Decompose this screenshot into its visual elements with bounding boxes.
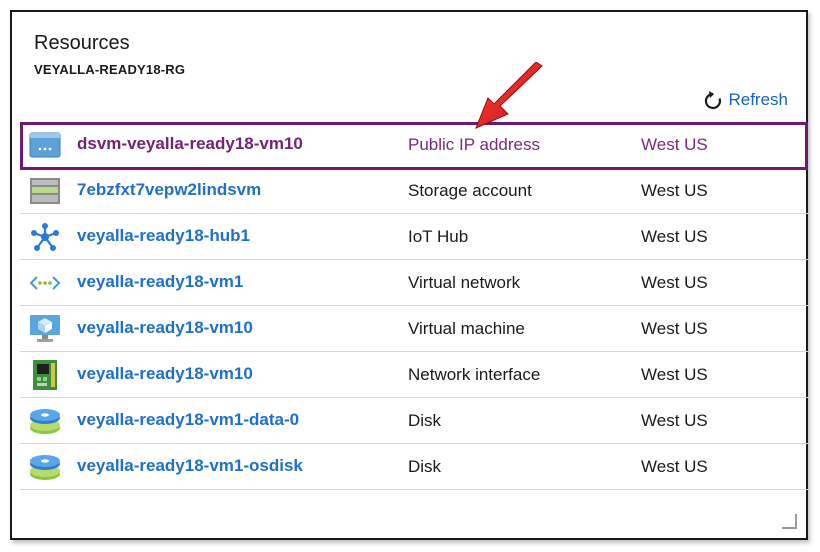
resource-type: Network interface [408,365,541,384]
resource-type: Storage account [408,181,532,200]
resource-type: Public IP address [408,135,540,154]
annotation-arrow-icon [475,62,543,129]
refresh-icon [704,90,722,110]
virtual-network-icon [29,267,61,299]
resource-name-link[interactable]: dsvm-veyalla-ready18-vm10 [77,134,303,154]
refresh-button[interactable]: Refresh [704,90,788,110]
panel-title: Resources [34,32,130,54]
resource-type: IoT Hub [408,227,469,246]
resource-location: West US [641,135,708,154]
resource-location: West US [641,365,708,384]
resource-location: West US [641,457,708,476]
refresh-label: Refresh [728,90,788,109]
network-interface-icon [29,359,61,391]
table-row[interactable]: veyalla-ready18-vm10 Network interface W… [20,352,808,398]
disk-icon [29,405,61,437]
resource-location: West US [641,181,708,200]
resource-location: West US [641,227,708,246]
storage-account-icon [29,175,61,207]
resource-name-link[interactable]: veyalla-ready18-hub1 [77,226,250,246]
resource-type: Virtual network [408,273,521,292]
resize-handle-icon[interactable] [780,512,798,530]
resource-name-link[interactable]: veyalla-ready18-vm1-data-0 [77,410,299,430]
resource-location: West US [641,411,708,430]
table-row[interactable]: veyalla-ready18-vm1 Virtual network West… [20,260,808,306]
table-row[interactable]: veyalla-ready18-vm1-osdisk Disk West US [20,444,808,490]
iot-hub-icon [29,221,61,253]
resource-name-link[interactable]: veyalla-ready18-vm1 [77,272,243,292]
resources-panel: Resources VEYALLA-READY18-RG Refresh dsv… [10,10,808,540]
resource-location: West US [641,273,708,292]
table-row[interactable]: dsvm-veyalla-ready18-vm10 Public IP addr… [20,122,808,170]
table-row[interactable]: veyalla-ready18-vm1-data-0 Disk West US [20,398,808,444]
resource-name-link[interactable]: 7ebzfxt7vepw2lindsvm [77,180,261,200]
resource-type: Disk [408,457,442,476]
table-row[interactable]: 7ebzfxt7vepw2lindsvm Storage account Wes… [20,168,808,214]
resource-type: Virtual machine [408,319,525,338]
resource-type: Disk [408,411,442,430]
table-row[interactable]: veyalla-ready18-vm10 Virtual machine Wes… [20,306,808,352]
public-ip-icon [29,129,61,161]
resource-name-link[interactable]: veyalla-ready18-vm10 [77,318,253,338]
disk-icon [29,451,61,483]
resource-list: dsvm-veyalla-ready18-vm10 Public IP addr… [20,122,808,490]
virtual-machine-icon [29,313,61,345]
resource-name-link[interactable]: veyalla-ready18-vm10 [77,364,253,384]
resource-name-link[interactable]: veyalla-ready18-vm1-osdisk [77,456,303,476]
resource-location: West US [641,319,708,338]
resource-group-name: VEYALLA-READY18-RG [34,62,186,77]
table-row[interactable]: veyalla-ready18-hub1 IoT Hub West US [20,214,808,260]
